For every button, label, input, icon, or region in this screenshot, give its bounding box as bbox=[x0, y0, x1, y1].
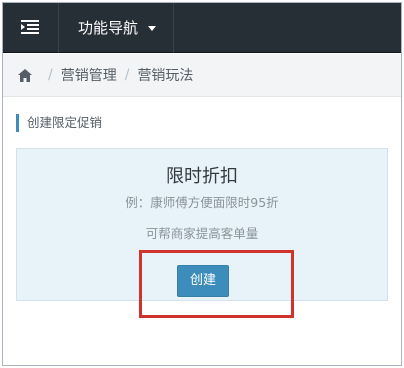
breadcrumb-item-marketing[interactable]: 营销管理 bbox=[61, 65, 117, 85]
promo-card-example: 例：康师傅方便面限时95折 bbox=[125, 195, 279, 210]
breadcrumb: / 营销管理 / 营销玩法 bbox=[3, 54, 401, 97]
breadcrumb-separator: / bbox=[124, 67, 130, 83]
menu-collapse-icon bbox=[21, 20, 39, 34]
menu-toggle-button[interactable] bbox=[3, 3, 59, 53]
app-window: 功能导航 / 营销管理 / 营销玩法 创建限定促销 限时折扣 例：康师傅方便面限… bbox=[2, 2, 402, 366]
home-icon[interactable] bbox=[18, 68, 32, 82]
section-title: 创建限定促销 bbox=[16, 114, 102, 132]
promo-card-title: 限时折扣 bbox=[166, 166, 238, 187]
feature-nav-label: 功能导航 bbox=[78, 19, 139, 37]
promo-card-description: 可帮商家提高客单量 bbox=[145, 226, 259, 241]
breadcrumb-item-gameplay: 营销玩法 bbox=[137, 68, 194, 84]
caret-down-icon bbox=[148, 26, 156, 31]
feature-nav-dropdown[interactable]: 功能导航 bbox=[60, 3, 174, 53]
create-button[interactable]: 创建 bbox=[177, 265, 229, 297]
breadcrumb-separator: / bbox=[48, 67, 53, 83]
promo-card: 限时折扣 例：康师傅方便面限时95折 可帮商家提高客单量 创建 bbox=[16, 148, 388, 301]
top-navbar: 功能导航 bbox=[3, 3, 401, 53]
